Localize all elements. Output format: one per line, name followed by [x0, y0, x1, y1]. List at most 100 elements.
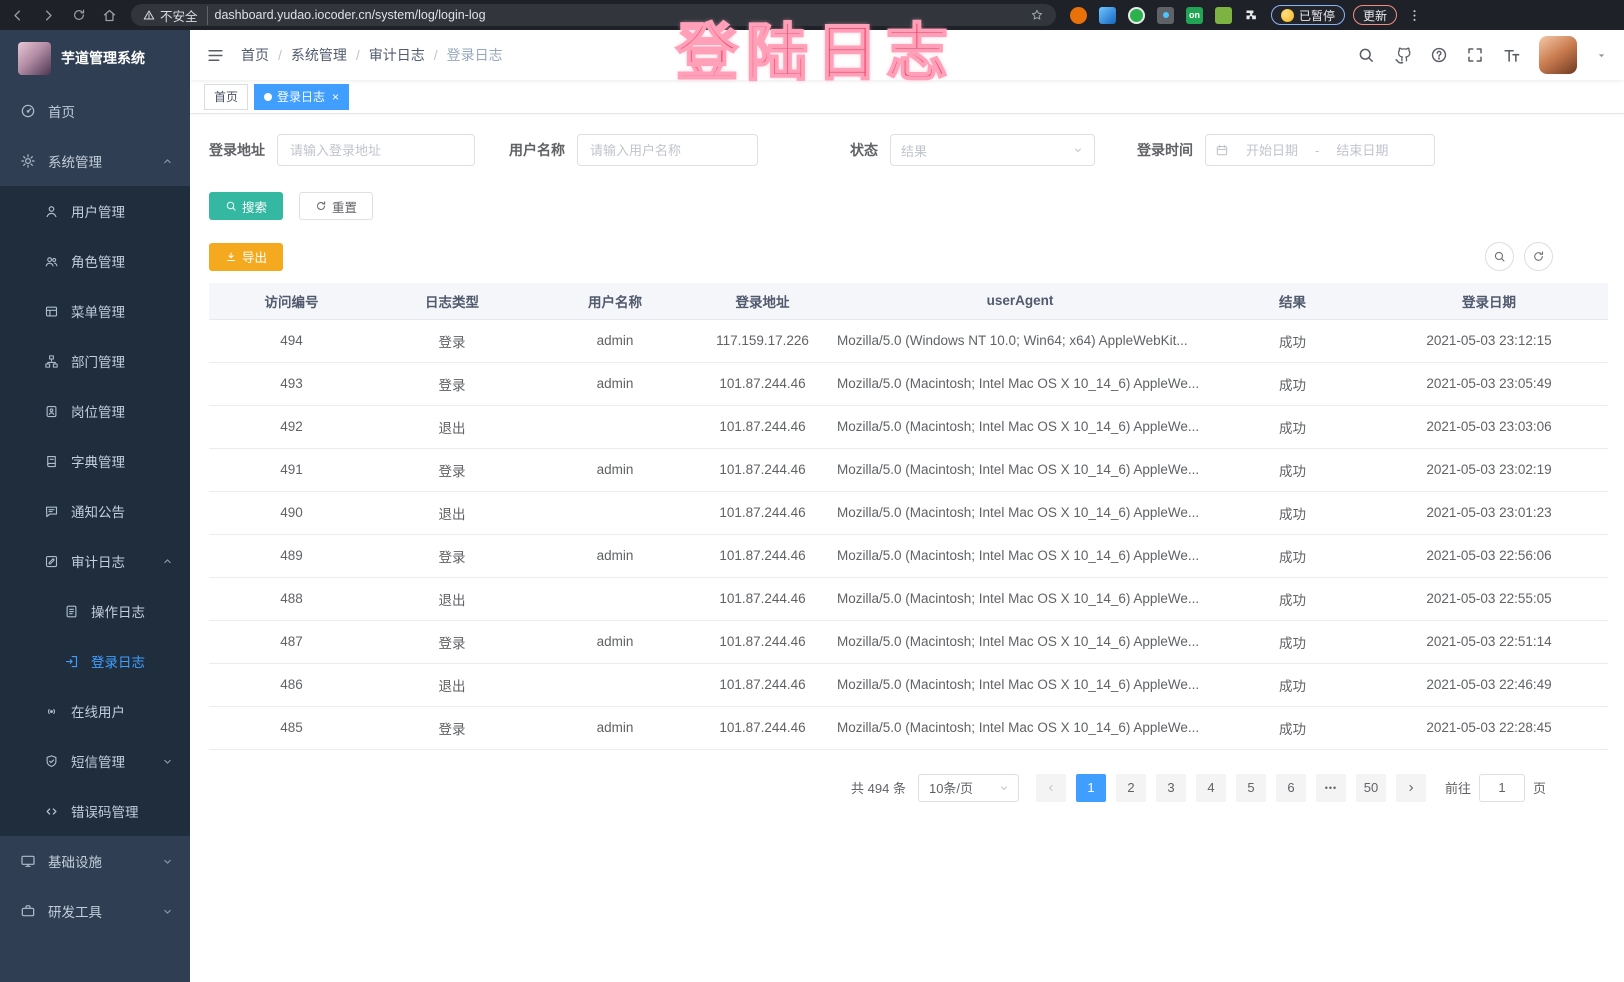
- sidebar-item-operation-log[interactable]: 操作日志: [0, 586, 190, 636]
- green-check-extension-icon[interactable]: [1128, 7, 1145, 24]
- hamburger-icon[interactable]: [206, 46, 225, 65]
- page-content: 登录地址 用户名称 状态 结果 登录时间 - 搜索: [190, 114, 1624, 802]
- more-pages-button[interactable]: •••: [1316, 774, 1346, 802]
- page-button-5[interactable]: 5: [1236, 774, 1266, 802]
- plant-extension-icon[interactable]: [1215, 7, 1232, 24]
- breadcrumb-home[interactable]: 首页: [241, 45, 269, 65]
- header-search-icon[interactable]: [1357, 46, 1375, 64]
- blue-gem-extension-icon[interactable]: [1099, 7, 1116, 24]
- table-row[interactable]: 485 登录 admin 101.87.244.46 Mozilla/5.0 (…: [209, 706, 1608, 749]
- refresh-icon: [315, 200, 327, 212]
- font-size-icon[interactable]: [1502, 46, 1521, 65]
- sidebar-item-home[interactable]: 首页: [0, 86, 190, 136]
- cell-username: admin: [530, 319, 700, 362]
- table-row[interactable]: 490 退出 101.87.244.46 Mozilla/5.0 (Macint…: [209, 491, 1608, 534]
- status-select[interactable]: 结果: [890, 134, 1095, 166]
- table-row[interactable]: 491 登录 admin 101.87.244.46 Mozilla/5.0 (…: [209, 448, 1608, 491]
- table-row[interactable]: 488 退出 101.87.244.46 Mozilla/5.0 (Macint…: [209, 577, 1608, 620]
- browser-forward-icon[interactable]: [41, 8, 56, 23]
- cell-id: 491: [209, 448, 374, 491]
- start-date-input[interactable]: [1235, 143, 1309, 158]
- page-button-6[interactable]: 6: [1276, 774, 1306, 802]
- refresh-table-button[interactable]: [1524, 242, 1553, 271]
- update-button[interactable]: 更新: [1353, 5, 1397, 25]
- table-row[interactable]: 487 登录 admin 101.87.244.46 Mozilla/5.0 (…: [209, 620, 1608, 663]
- page-button-2[interactable]: 2: [1116, 774, 1146, 802]
- tag-home[interactable]: 首页: [204, 84, 248, 110]
- sidebar-item-dict[interactable]: 字典管理: [0, 436, 190, 486]
- sidebar-item-menus[interactable]: 菜单管理: [0, 286, 190, 336]
- sidebar-item-posts[interactable]: 岗位管理: [0, 386, 190, 436]
- orange-extension-icon[interactable]: [1070, 7, 1087, 24]
- browser-home-icon[interactable]: [102, 8, 117, 23]
- browser-reload-icon[interactable]: [72, 8, 86, 22]
- page-button-3[interactable]: 3: [1156, 774, 1186, 802]
- switch-on-extension-icon[interactable]: on: [1186, 7, 1203, 24]
- chevron-up-icon: [161, 155, 174, 168]
- login-time-range-picker[interactable]: -: [1205, 134, 1435, 166]
- sidebar-item-login-log[interactable]: 登录日志: [0, 636, 190, 686]
- table-row[interactable]: 489 登录 admin 101.87.244.46 Mozilla/5.0 (…: [209, 534, 1608, 577]
- username-input[interactable]: [577, 134, 758, 166]
- fullscreen-icon[interactable]: [1466, 46, 1484, 64]
- sidebar-item-error-code[interactable]: 错误码管理: [0, 786, 190, 836]
- browser-back-icon[interactable]: [10, 8, 25, 23]
- next-page-button[interactable]: [1396, 774, 1426, 802]
- chevron-down-icon: [998, 782, 1010, 794]
- sidebar-item-audit-log[interactable]: 审计日志: [0, 536, 190, 586]
- export-button[interactable]: 导出: [209, 243, 283, 271]
- filter-label-username: 用户名称: [509, 140, 565, 160]
- bookmark-star-icon[interactable]: [1030, 8, 1044, 22]
- page-button-1[interactable]: 1: [1076, 774, 1106, 802]
- sidebar-item-system[interactable]: 系统管理: [0, 136, 190, 186]
- breadcrumb-system[interactable]: 系统管理: [291, 45, 347, 65]
- sidebar-item-roles[interactable]: 角色管理: [0, 236, 190, 286]
- security-warning[interactable]: 不安全: [143, 6, 208, 25]
- end-date-input[interactable]: [1325, 143, 1399, 158]
- sidebar-item-label: 操作日志: [91, 601, 145, 621]
- paused-badge[interactable]: 已暂停: [1271, 5, 1345, 25]
- browser-address-bar[interactable]: 不安全 dashboard.yudao.iocoder.cn/system/lo…: [131, 4, 1056, 26]
- reset-button[interactable]: 重置: [299, 192, 373, 220]
- page-button-50[interactable]: 50: [1356, 774, 1386, 802]
- table-row[interactable]: 492 退出 101.87.244.46 Mozilla/5.0 (Macint…: [209, 405, 1608, 448]
- goto-page-input[interactable]: [1479, 774, 1525, 802]
- sidebar-item-notice[interactable]: 通知公告: [0, 486, 190, 536]
- table-row[interactable]: 493 登录 admin 101.87.244.46 Mozilla/5.0 (…: [209, 362, 1608, 405]
- chevron-left-icon: [1045, 782, 1057, 794]
- toggle-search-button[interactable]: [1485, 242, 1514, 271]
- export-button-label: 导出: [242, 247, 267, 266]
- page-size-select[interactable]: 10条/页: [918, 774, 1019, 802]
- breadcrumb-separator: /: [434, 47, 438, 63]
- prev-page-button[interactable]: [1036, 774, 1066, 802]
- sidebar-item-users[interactable]: 用户管理: [0, 186, 190, 236]
- page-button-4[interactable]: 4: [1196, 774, 1226, 802]
- cell-type: 登录: [374, 319, 530, 362]
- puzzle-extension-icon[interactable]: [1244, 8, 1259, 23]
- cell-date: 2021-05-03 22:46:49: [1370, 663, 1608, 706]
- tag-close-icon[interactable]: ×: [332, 90, 339, 104]
- message-icon: [44, 504, 59, 519]
- sidebar-item-online-users[interactable]: 在线用户: [0, 686, 190, 736]
- tag-login-log[interactable]: 登录日志 ×: [254, 84, 349, 110]
- table-row[interactable]: 494 登录 admin 117.159.17.226 Mozilla/5.0 …: [209, 319, 1608, 362]
- cell-username: [530, 491, 700, 534]
- sidebar-item-dev-tools[interactable]: 研发工具: [0, 886, 190, 936]
- pagination: 共 494 条 10条/页 1 2 3 4 5 6 ••• 50 前往 页: [209, 774, 1608, 802]
- grid-extension-icon[interactable]: [1157, 7, 1174, 24]
- sidebar-item-depts[interactable]: 部门管理: [0, 336, 190, 386]
- search-button[interactable]: 搜索: [209, 192, 283, 220]
- caret-down-icon[interactable]: [1595, 49, 1608, 62]
- table-row[interactable]: 486 退出 101.87.244.46 Mozilla/5.0 (Macint…: [209, 663, 1608, 706]
- sidebar-item-infrastructure[interactable]: 基础设施: [0, 836, 190, 886]
- help-icon[interactable]: [1430, 46, 1448, 64]
- peoples-icon: [44, 254, 59, 269]
- breadcrumb-audit-log[interactable]: 审计日志: [369, 45, 425, 65]
- login-address-input[interactable]: [277, 134, 475, 166]
- browser-menu-icon[interactable]: [1407, 8, 1422, 23]
- github-icon[interactable]: [1393, 46, 1412, 65]
- user-avatar[interactable]: [1539, 36, 1577, 74]
- cell-id: 489: [209, 534, 374, 577]
- sidebar-logo[interactable]: 芋道管理系统: [0, 30, 190, 86]
- sidebar-item-sms[interactable]: 短信管理: [0, 736, 190, 786]
